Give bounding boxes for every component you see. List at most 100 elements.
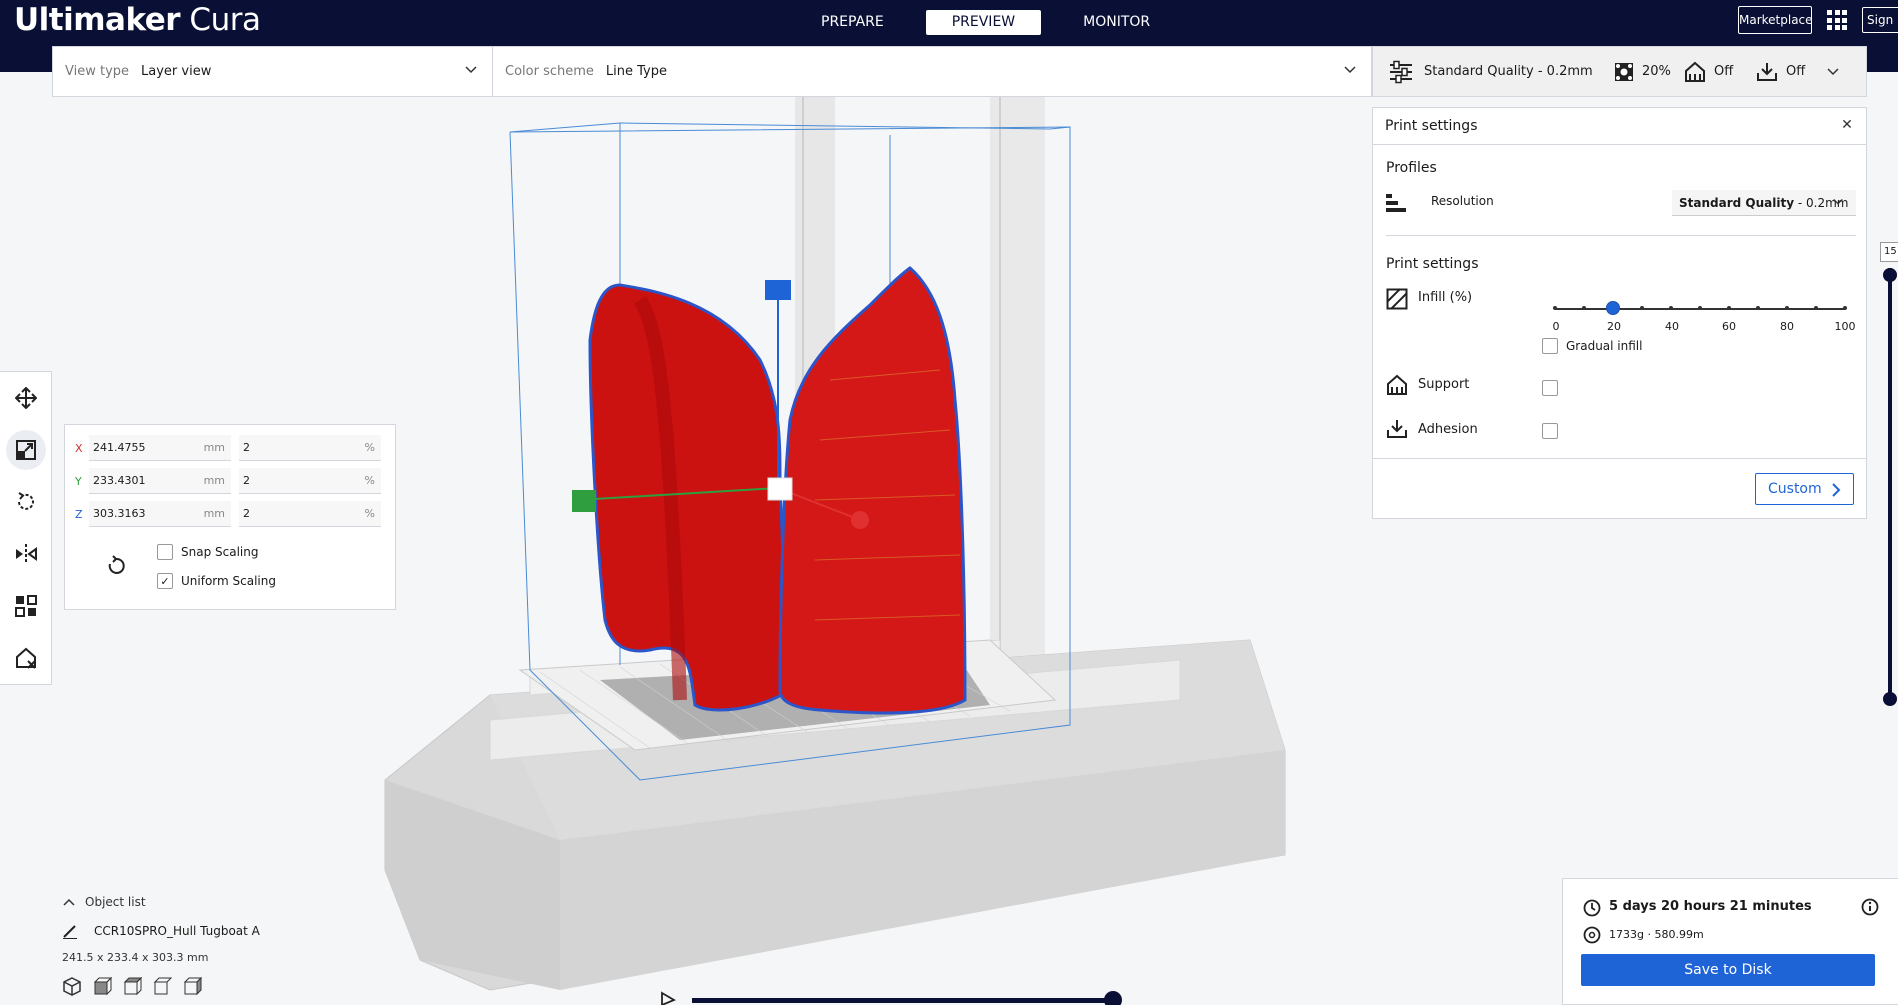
print-time: 5 days 20 hours 21 minutes xyxy=(1609,899,1812,914)
view-type-dropdown[interactable]: View type Layer view xyxy=(53,47,493,96)
section-divider xyxy=(1373,458,1866,459)
gradual-infill-label: Gradual infill xyxy=(1566,339,1643,353)
view-right-icon[interactable] xyxy=(182,976,202,996)
infill-slider[interactable]: 0 20 40 60 80 100 xyxy=(1548,298,1856,338)
chevron-right-icon xyxy=(1832,483,1841,497)
scale-z-percent-input[interactable]: 2% xyxy=(239,501,381,527)
infill-slider-tick-mark xyxy=(1698,306,1702,310)
axis-x-label: X xyxy=(75,441,83,455)
adhesion-label: Adhesion xyxy=(1418,422,1478,437)
scale-tool-panel: X 241.4755 mm 2% Y 233.4301 mm 2% Z 303.31… xyxy=(64,424,396,610)
move-tool[interactable] xyxy=(6,378,46,418)
gradual-infill-option[interactable]: Gradual infill xyxy=(1542,338,1642,354)
adhesion-icon xyxy=(1387,420,1407,438)
snap-scaling-label: Snap Scaling xyxy=(181,545,259,559)
infill-slider-tick-mark xyxy=(1843,306,1847,310)
save-to-disk-button[interactable]: Save to Disk xyxy=(1581,954,1875,986)
support-blocker-tool[interactable] xyxy=(6,638,46,678)
tab-prepare[interactable]: PREPARE xyxy=(795,10,910,35)
chevron-down-icon xyxy=(1833,198,1843,205)
snap-scaling-option[interactable]: Snap Scaling xyxy=(157,544,258,560)
scale-y-mm-input[interactable]: 233.4301 mm xyxy=(89,468,231,494)
scale-y-row: Y 233.4301 mm 2% xyxy=(75,468,381,494)
scale-z-row: Z 303.3163 mm 2% xyxy=(75,501,381,527)
support-checkbox[interactable] xyxy=(1542,380,1558,396)
play-icon[interactable] xyxy=(660,990,680,1005)
scale-x-mm-input[interactable]: 241.4755 mm xyxy=(89,435,231,461)
view-top-icon[interactable] xyxy=(122,976,142,996)
support-icon xyxy=(1685,61,1705,82)
resolution-dropdown[interactable]: Standard Quality - 0.2mm xyxy=(1672,190,1856,216)
per-model-settings-tool[interactable] xyxy=(6,586,46,626)
chevron-up-icon xyxy=(63,898,75,906)
move-icon xyxy=(15,387,37,409)
pencil-icon xyxy=(63,925,77,939)
mirror-tool[interactable] xyxy=(6,534,46,574)
color-scheme-dropdown[interactable]: Color scheme Line Type xyxy=(493,47,1371,96)
print-setup-selector[interactable]: Standard Quality - 0.2mm 20% Off Off xyxy=(1372,46,1867,97)
reset-scale-icon[interactable] xyxy=(105,555,127,577)
quality-profile-value: Standard Quality - 0.2mm xyxy=(1424,64,1593,79)
infill-tick-80: 80 xyxy=(1780,320,1794,333)
infill-slider-tick-mark xyxy=(1669,306,1673,310)
rotate-tool[interactable] xyxy=(6,482,46,522)
layer-slider-top-handle[interactable] xyxy=(1883,268,1897,282)
layer-path-slider-handle[interactable] xyxy=(1104,991,1122,1005)
object-list-toggle[interactable]: Object list xyxy=(62,895,392,909)
color-scheme-value: Line Type xyxy=(605,64,667,79)
view-left-icon[interactable] xyxy=(152,976,172,996)
app-logo: Ultimaker Cura xyxy=(14,2,261,38)
infill-icon xyxy=(1615,62,1633,81)
infill-label: Infill (%) xyxy=(1418,290,1473,305)
print-settings-title: Print settings xyxy=(1385,118,1478,134)
infill-value: 20% xyxy=(1642,64,1671,79)
view-3d-icon[interactable] xyxy=(62,976,82,996)
infill-tick-60: 60 xyxy=(1722,320,1736,333)
scale-icon xyxy=(16,440,36,460)
gradual-infill-checkbox[interactable] xyxy=(1542,338,1558,354)
apps-grid-icon[interactable] xyxy=(1827,10,1847,30)
layer-path-slider-track[interactable] xyxy=(692,998,1116,1003)
uniform-scaling-option[interactable]: ✓ Uniform Scaling xyxy=(157,573,276,589)
info-icon[interactable] xyxy=(1861,898,1879,916)
mirror-icon xyxy=(16,544,37,564)
view-front-icon[interactable] xyxy=(92,976,112,996)
marketplace-button[interactable]: Marketplace xyxy=(1738,6,1813,34)
filament-spool-icon xyxy=(1583,926,1601,944)
resolution-icon xyxy=(1386,194,1406,212)
layer-slider-bottom-handle[interactable] xyxy=(1883,692,1897,706)
scale-y-percent-input[interactable]: 2% xyxy=(239,468,381,494)
scale-z-mm-input[interactable]: 303.3163 mm xyxy=(89,501,231,527)
snap-scaling-checkbox[interactable] xyxy=(157,544,173,560)
infill-icon xyxy=(1386,288,1408,310)
custom-settings-button[interactable]: Custom xyxy=(1755,473,1854,505)
top-bar: Ultimaker Cura PREPARE PREVIEW MONITOR M… xyxy=(0,0,1898,46)
infill-tick-0: 0 xyxy=(1552,320,1560,333)
layer-number-input[interactable]: 15 xyxy=(1880,242,1898,262)
chevron-down-icon xyxy=(1344,66,1356,74)
infill-slider-handle[interactable] xyxy=(1606,301,1620,315)
close-icon[interactable]: ✕ xyxy=(1840,118,1854,132)
tab-preview[interactable]: PREVIEW xyxy=(925,10,1042,35)
tab-monitor[interactable]: MONITOR xyxy=(1057,10,1176,35)
support-icon xyxy=(1387,374,1407,395)
view-type-value: Layer view xyxy=(141,64,212,79)
infill-slider-tick-mark xyxy=(1814,306,1818,310)
sign-in-button[interactable]: Sign in xyxy=(1862,7,1898,33)
profiles-heading: Profiles xyxy=(1386,160,1437,176)
rotate-icon xyxy=(18,492,34,510)
scale-tool[interactable] xyxy=(6,430,46,470)
color-scheme-label: Color scheme xyxy=(505,64,594,79)
chevron-down-icon xyxy=(1827,67,1839,75)
infill-tick-100: 100 xyxy=(1834,320,1856,333)
infill-slider-tick-mark xyxy=(1553,306,1557,310)
infill-slider-tick-mark xyxy=(1756,306,1760,310)
layer-slider-track[interactable] xyxy=(1888,268,1892,700)
section-divider xyxy=(1386,235,1856,236)
object-list-item[interactable]: CCR10SPRO_Hull Tugboat A xyxy=(62,923,392,939)
infill-tick-40: 40 xyxy=(1665,320,1679,333)
adhesion-checkbox[interactable] xyxy=(1542,423,1558,439)
scale-x-row: X 241.4755 mm 2% xyxy=(75,435,381,461)
scale-x-percent-input[interactable]: 2% xyxy=(239,435,381,461)
uniform-scaling-checkbox[interactable]: ✓ xyxy=(157,573,173,589)
